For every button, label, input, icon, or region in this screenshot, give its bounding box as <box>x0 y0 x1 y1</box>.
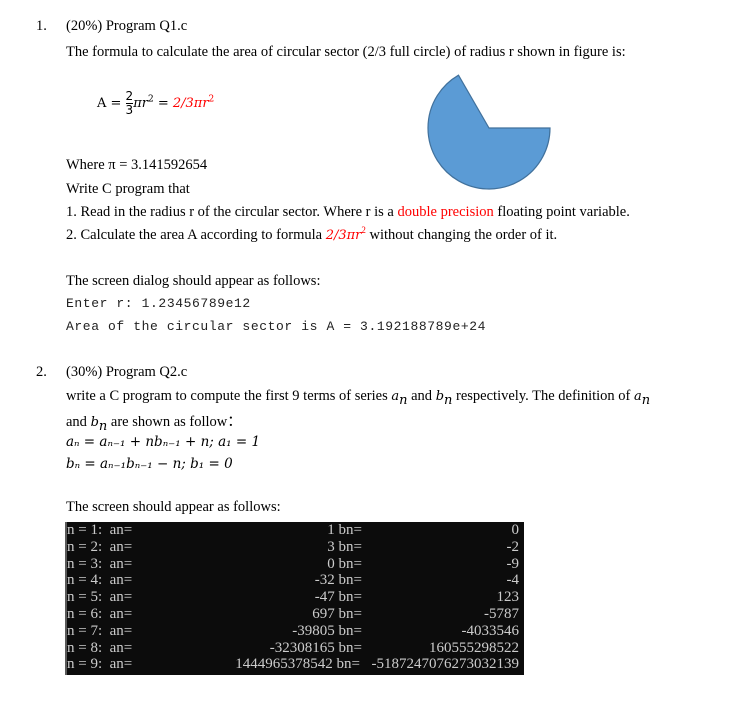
formula-lhs: A = <box>97 96 126 111</box>
console-row-label: n = 8: an= <box>67 639 133 656</box>
console-bn-value: -9 <box>506 555 520 572</box>
an-value: 0 <box>327 555 335 572</box>
console-an-value: -32308165 bn= <box>270 640 362 657</box>
console-bn-value: -5787 <box>484 605 519 622</box>
formula-middle: πr <box>133 96 148 111</box>
q1-formula: A = 2 3 πr2 = 2/3πr2 <box>97 90 214 117</box>
formula-eq: = <box>153 96 173 111</box>
step1-text-before: 1. Read in the radius r of the circular … <box>66 204 398 220</box>
console-row-label: n = 5: an= <box>67 589 133 606</box>
step2-text-after: without changing the order of it. <box>365 227 558 243</box>
q2-screen-intro: The screen should appear as follows: <box>66 499 281 515</box>
console-row-label: n = 6: an= <box>67 605 133 622</box>
q1-intro: The formula to calculate the area of cir… <box>66 44 626 60</box>
console-row-label: n = 7: an= <box>67 622 133 639</box>
intro-text-before: write a C program to compute the first 9… <box>66 388 392 404</box>
console-row-label: n = 4: an= <box>67 572 133 589</box>
console-an-value: -32 bn= <box>315 572 362 589</box>
console-row-label: n = 1: an= <box>67 522 133 538</box>
console-an-value: 0 bn= <box>327 556 362 573</box>
q2-equation-a: aₙ = aₙ₋₁ + nbₙ₋₁ + n; a₁ = 1 <box>66 434 261 450</box>
console-an-value: 3 bn= <box>327 539 362 556</box>
bn-label: bn= <box>338 572 362 589</box>
step1-text-after: floating point variable. <box>493 204 630 220</box>
step2-formula: 2/3πr <box>325 228 362 243</box>
console-row-label: n = 3: an= <box>67 555 133 572</box>
series-b-symbol: b <box>435 389 445 404</box>
intro-text-after: respectively. The definition of <box>452 388 634 404</box>
console-output: n = 1: an= 1 bn= 0 n = 2: an= 3 bn= -2 n = 3: … <box>65 522 524 675</box>
console-an-value: 697 bn= <box>312 606 362 623</box>
console-line: n = 1: an= 1 bn= 0 <box>65 522 524 539</box>
formula-red: 2/3πr <box>172 96 209 111</box>
circular-sector-figure <box>427 74 551 190</box>
line2-and: and <box>66 414 91 430</box>
console-rows: n = 1: an= 1 bn= 0 n = 2: an= 3 bn= -2 n = 3: … <box>65 522 524 673</box>
console-row-label: n = 2: an= <box>67 538 133 555</box>
an-value: -32308165 <box>269 639 335 656</box>
console-line: n = 2: an= 3 bn= -2 <box>65 539 524 556</box>
q1-step1: 1. Read in the radius r of the circular … <box>66 204 630 221</box>
intro-and: and <box>407 388 436 404</box>
q1-write-line: Write C program that <box>66 181 190 197</box>
series-a-symbol-2: a <box>634 389 642 404</box>
an-value: 697 <box>312 605 335 622</box>
console-row-label: n = 9: an= <box>67 656 133 673</box>
an-value: -32 <box>314 572 335 589</box>
q1-dialog-intro: The screen dialog should appear as follo… <box>66 273 321 289</box>
an-value: 1444965378542 <box>235 656 333 673</box>
bn-label: bn= <box>338 639 362 656</box>
bn-label: bn= <box>336 656 360 673</box>
q2-number: 2. <box>36 364 47 380</box>
line2-after: are shown as follow： <box>107 414 242 430</box>
series-b-sub-2: n <box>98 418 108 434</box>
series-a-symbol: a <box>391 389 400 404</box>
an-value: 3 <box>327 538 335 555</box>
console-bn-value: 160555298522 <box>429 639 519 656</box>
console-line: n = 9: an= 1444965378542 bn= -518724707627… <box>65 656 524 673</box>
q2-intro-line2: and bn are shown as follow： <box>66 410 242 434</box>
console-line: n = 8: an= -32308165 bn= 160555298522 <box>65 640 524 657</box>
console-bn-value: 0 <box>511 522 520 538</box>
console-line: n = 7: an= -39805 bn= -4033546 <box>65 623 524 640</box>
console-line: n = 4: an= -32 bn= -4 <box>65 572 524 589</box>
q2-title: (30%) Program Q2.c <box>66 364 188 380</box>
q1-number: 1. <box>36 18 47 34</box>
series-a-sub: n <box>399 392 408 408</box>
bn-label: bn= <box>338 622 362 639</box>
an-value: 1 <box>327 522 335 538</box>
bn-label: bn= <box>338 589 362 606</box>
console-bn-value: -2 <box>506 538 520 555</box>
q1-dialog-line2: Area of the circular sector is A = 3.192… <box>66 319 487 334</box>
bn-label: bn= <box>338 605 362 622</box>
console-bn-value: -4033546 <box>461 622 520 639</box>
q2-equation-b: bₙ = aₙ₋₁bₙ₋₁ − n; b₁ = 0 <box>66 456 233 472</box>
console-line: n = 5: an= -47 bn= 123 <box>65 589 524 606</box>
q1-title: (20%) Program Q1.c <box>66 18 188 34</box>
step1-highlight: double precision <box>397 204 494 220</box>
console-line: n = 6: an= 697 bn= -5787 <box>65 606 524 623</box>
series-b-symbol-2: b <box>90 415 99 430</box>
an-value: -39805 <box>292 622 335 639</box>
console-bn-value: -5187247076273032139 <box>371 656 520 673</box>
step2-text-before: 2. Calculate the area A according to for… <box>66 227 326 243</box>
console-an-value: 1444965378542 bn= <box>235 656 360 673</box>
q1-pi-line: Where π = 3.141592654 <box>66 157 208 173</box>
circular-sector-shape <box>427 74 551 190</box>
q1-step2: 2. Calculate the area A according to for… <box>66 226 558 244</box>
bn-label: bn= <box>338 522 362 538</box>
q1-dialog-line1: Enter r: 1.23456789e12 <box>66 296 251 311</box>
bn-label: bn= <box>338 538 362 555</box>
bn-label: bn= <box>338 555 362 572</box>
console-an-value: 1 bn= <box>327 522 362 539</box>
console-line: n = 3: an= 0 bn= -9 <box>65 556 524 573</box>
formula-red-exp: 2 <box>208 94 215 105</box>
console-bn-value: 123 <box>496 589 520 606</box>
q2-intro-line1: write a C program to compute the first 9… <box>66 388 651 408</box>
console-an-value: -47 bn= <box>315 589 362 606</box>
console-an-value: -39805 bn= <box>292 623 362 640</box>
series-a-sub-2: n <box>641 392 651 408</box>
an-value: -47 <box>314 589 335 606</box>
console-bn-value: -4 <box>506 572 520 589</box>
